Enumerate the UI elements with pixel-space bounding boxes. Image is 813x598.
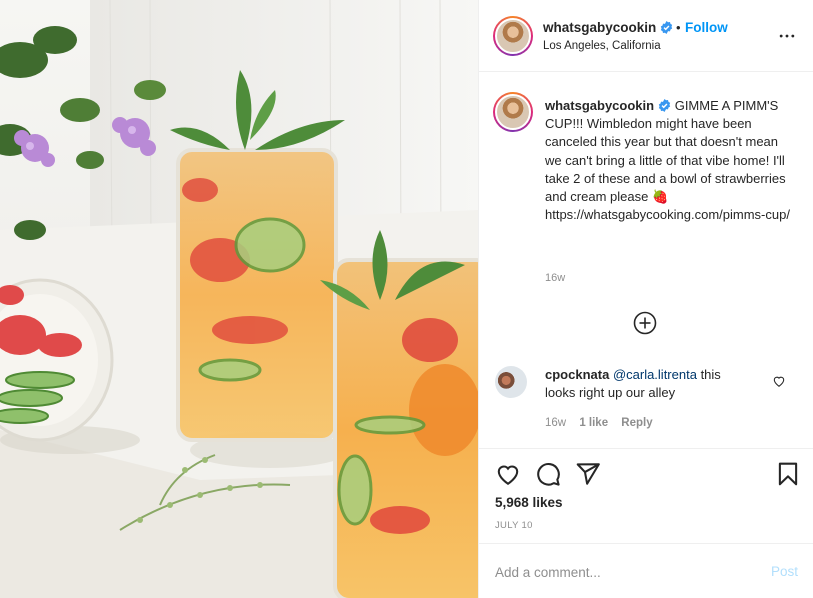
- caption-username[interactable]: whatsgabycookin: [545, 98, 654, 113]
- post-detail-panel: whatsgabycookin • Follow Los Angeles, Ca…: [478, 0, 813, 598]
- comment-item: cpocknata @carla.litrenta this looks rig…: [545, 366, 750, 402]
- caption-author-avatar[interactable]: [493, 92, 533, 132]
- comment-username[interactable]: cpocknata: [545, 367, 609, 382]
- post-location[interactable]: Los Angeles, California: [543, 40, 661, 52]
- post-photo-illustration: [0, 0, 478, 598]
- post-actions: 5,968 likes JULY 10: [479, 448, 813, 542]
- comment-like-icon[interactable]: [772, 374, 786, 388]
- comment-bubble-icon[interactable]: [535, 461, 561, 487]
- comment-meta: 16w 1 like Reply: [545, 417, 663, 429]
- paper-plane-icon[interactable]: [575, 461, 601, 487]
- comment-mention[interactable]: @carla.litrenta: [613, 367, 697, 382]
- comment-timestamp[interactable]: 16w: [545, 417, 566, 429]
- post-caption: whatsgabycookin GIMME A PIMM'S CUP!!! Wi…: [545, 97, 797, 224]
- add-comment-bar: Post: [479, 543, 813, 598]
- post-header: whatsgabycookin • Follow Los Angeles, Ca…: [479, 0, 813, 72]
- bookmark-icon[interactable]: [775, 461, 801, 487]
- comments-section[interactable]: whatsgabycookin GIMME A PIMM'S CUP!!! Wi…: [479, 72, 813, 448]
- post-photo[interactable]: [0, 0, 478, 598]
- plus-circle-icon[interactable]: [633, 311, 657, 335]
- caption-text: GIMME A PIMM'S CUP!!! Wimbledon might ha…: [545, 98, 790, 223]
- author-username[interactable]: whatsgabycookin: [543, 20, 673, 35]
- verified-badge-icon: [658, 99, 671, 112]
- caption-timestamp[interactable]: 16w: [545, 272, 565, 284]
- add-comment-input[interactable]: [495, 563, 745, 581]
- author-username-text[interactable]: whatsgabycookin: [543, 20, 656, 35]
- comment-reply-button[interactable]: Reply: [621, 417, 652, 429]
- more-options-icon[interactable]: [777, 26, 797, 46]
- follow-button[interactable]: Follow: [685, 20, 728, 35]
- verified-badge-icon: [661, 21, 673, 34]
- post-comment-button[interactable]: Post: [771, 564, 798, 579]
- heart-icon[interactable]: [495, 461, 521, 487]
- author-avatar[interactable]: [493, 16, 533, 56]
- comment-like-count[interactable]: 1 like: [579, 417, 608, 429]
- post-date[interactable]: JULY 10: [495, 520, 533, 531]
- commenter-avatar[interactable]: [495, 366, 527, 398]
- like-count[interactable]: 5,968 likes: [495, 495, 563, 510]
- header-separator: •: [676, 20, 681, 35]
